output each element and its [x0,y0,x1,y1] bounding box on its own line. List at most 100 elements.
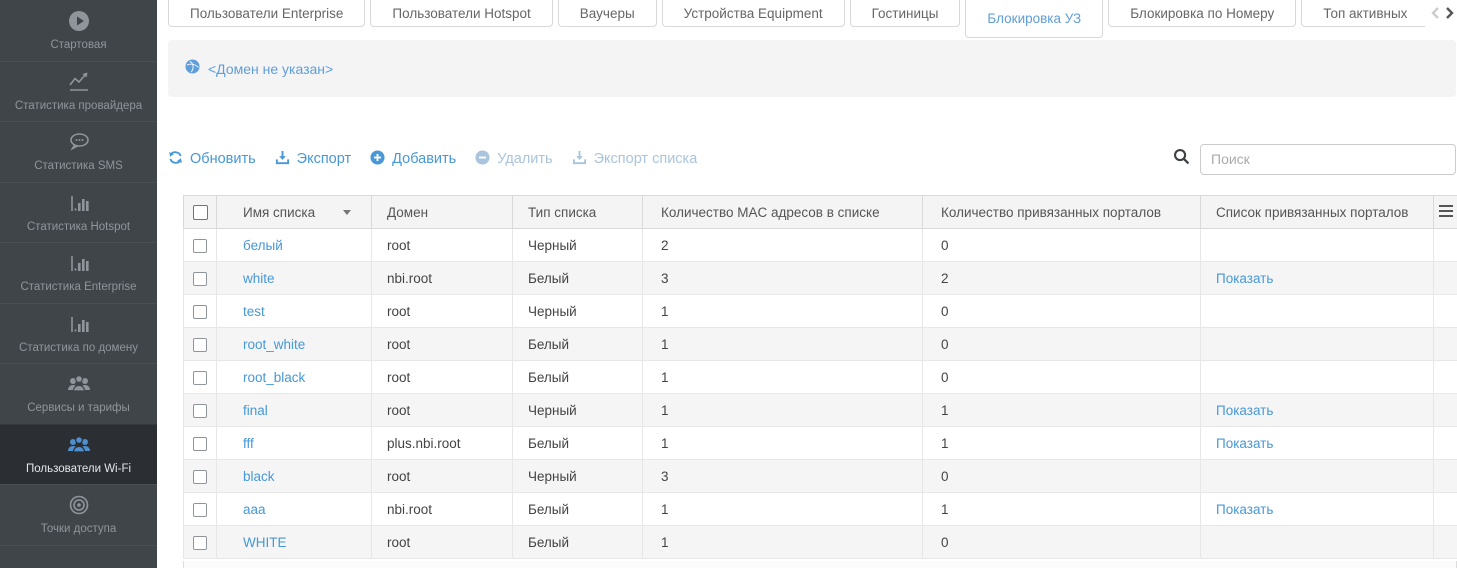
tab-users-enterprise[interactable]: Пользователи Enterprise [168,0,365,27]
search-input[interactable] [1200,144,1456,175]
tab-scroll-controls [1425,0,1457,30]
row-checkbox[interactable] [193,536,207,550]
row-checkbox[interactable] [193,470,207,484]
sidebar-item-domain-stats[interactable]: Статистика по домену [0,303,157,364]
domain-panel: <Домен не указан> [168,40,1456,97]
block-lists-table: Имя списка Домен Тип списка Количество M… [183,195,1457,559]
delete-button[interactable]: Удалить [475,150,552,169]
list-name-link[interactable]: white [243,271,275,286]
sidebar-item-wifi-users[interactable]: Пользователи Wi-Fi [0,424,157,485]
cell-type: Черный [513,394,643,427]
sidebar-item-start[interactable]: Стартовая [0,0,157,61]
sidebar-item-provider-stats[interactable]: Статистика провайдера [0,61,157,122]
cell-type: Белый [513,427,643,460]
table-row: root_white root Белый 1 0 [184,328,1457,361]
cell-mac-count: 1 [643,361,923,394]
row-checkbox[interactable] [193,272,207,286]
sidebar-item-label: Статистика по домену [15,342,142,355]
sidebar-item-sms-stats[interactable]: Статистика SMS [0,121,157,182]
sidebar-item-hotspot-stats[interactable]: Статистика Hotspot [0,182,157,243]
show-portals-link[interactable]: Показать [1216,502,1273,517]
cell-mac-count: 1 [643,526,923,559]
show-portals-link[interactable]: Показать [1216,271,1273,286]
access-points-icon [67,493,91,517]
list-name-link[interactable]: test [243,304,265,319]
row-checkbox[interactable] [193,239,207,253]
caret-down-icon[interactable] [343,210,351,215]
col-header-type[interactable]: Тип списка [528,205,596,220]
line-chart-icon [67,70,91,94]
tab-hotels[interactable]: Гостиницы [850,0,961,27]
add-button[interactable]: Добавить [370,150,456,169]
list-name-link[interactable]: WHITE [243,535,287,550]
tab-label: Устройства Equipment [684,6,823,21]
sidebar-item-enterprise-stats[interactable]: Статистика Enterprise [0,242,157,303]
chevron-right-icon[interactable] [1444,6,1455,25]
list-name-link[interactable]: final [243,403,268,418]
sidebar-item-label: Стартовая [46,39,110,52]
tab-top-active[interactable]: Топ активных [1301,0,1429,27]
row-checkbox[interactable] [193,305,207,319]
table-row: белый root Черный 2 0 [184,229,1457,262]
row-checkbox[interactable] [193,338,207,352]
tab-block-by-number[interactable]: Блокировка по Номеру [1108,0,1296,27]
cell-portal-count: 1 [923,427,1201,460]
hamburger-icon[interactable] [1439,205,1453,220]
minus-circle-icon [475,150,490,169]
refresh-button[interactable]: Обновить [168,150,256,169]
list-name-link[interactable]: fff [243,436,254,451]
tab-label: Ваучеры [580,6,635,21]
list-name-link[interactable]: root_white [243,337,305,352]
tab-label: Блокировка по Номеру [1130,6,1274,21]
table-row: root_black root Белый 1 0 [184,361,1457,394]
export-list-button[interactable]: Экспорт списка [572,150,698,169]
cell-domain: root [372,361,513,394]
col-header-portal-list[interactable]: Список привязанных порталов [1216,205,1408,220]
list-name-link[interactable]: белый [243,238,283,253]
table-row: WHITE root Белый 1 0 [184,526,1457,559]
col-header-domain[interactable]: Домен [387,205,428,220]
search-zone [1173,144,1456,175]
row-checkbox[interactable] [193,503,207,517]
sidebar-item-label: Сервисы и тарифы [23,402,134,415]
tab-users-hotspot[interactable]: Пользователи Hotspot [370,0,552,27]
sidebar-item-label: Статистика Enterprise [16,281,140,294]
col-header-portal-count[interactable]: Количество привязанных порталов [941,205,1161,220]
toolbar: Обновить Экспорт Добавить Удалить Экспор… [168,143,1456,175]
tab-vouchers[interactable]: Ваучеры [558,0,657,27]
col-header-name[interactable]: Имя списка [243,205,315,220]
tab-label: Гостиницы [872,6,939,21]
tab-block-accounts[interactable]: Блокировка УЗ [965,0,1103,38]
sidebar-item-label: Статистика Hotspot [23,221,134,234]
list-name-link[interactable]: black [243,469,275,484]
delete-label: Удалить [497,151,552,167]
tab-equipment[interactable]: Устройства Equipment [662,0,845,27]
table-row: black root Черный 3 0 [184,460,1457,493]
users-icon [66,433,92,457]
cell-portal-count: 2 [923,262,1201,295]
col-header-mac-count[interactable]: Количество MAC адресов в списке [661,205,880,220]
row-checkbox[interactable] [193,371,207,385]
list-name-link[interactable]: root_black [243,370,305,385]
main-content: Пользователи Enterprise Пользователи Hot… [157,0,1457,568]
play-circle-icon [67,9,91,33]
chevron-left-icon[interactable] [1430,6,1441,25]
list-name-link[interactable]: aaa [243,502,266,517]
export-button[interactable]: Экспорт [275,150,351,169]
cell-type: Черный [513,295,643,328]
show-portals-link[interactable]: Показать [1216,436,1273,451]
row-checkbox[interactable] [193,404,207,418]
sidebar-item-services-tariffs[interactable]: Сервисы и тарифы [0,363,157,424]
show-portals-link[interactable]: Показать [1216,403,1273,418]
table-row: final root Черный 1 1 Показать [184,394,1457,427]
cell-domain: nbi.root [372,262,513,295]
bar-chart-icon [67,312,91,336]
sidebar-item-partial[interactable] [0,545,157,568]
sidebar-item-access-points[interactable]: Точки доступа [0,484,157,545]
cell-domain: root [372,460,513,493]
tab-label: Топ активных [1323,6,1407,21]
row-checkbox[interactable] [193,437,207,451]
tab-label: Пользователи Enterprise [190,6,343,21]
select-all-checkbox[interactable] [193,205,208,220]
domain-not-set-link[interactable]: <Домен не указан> [208,61,333,77]
